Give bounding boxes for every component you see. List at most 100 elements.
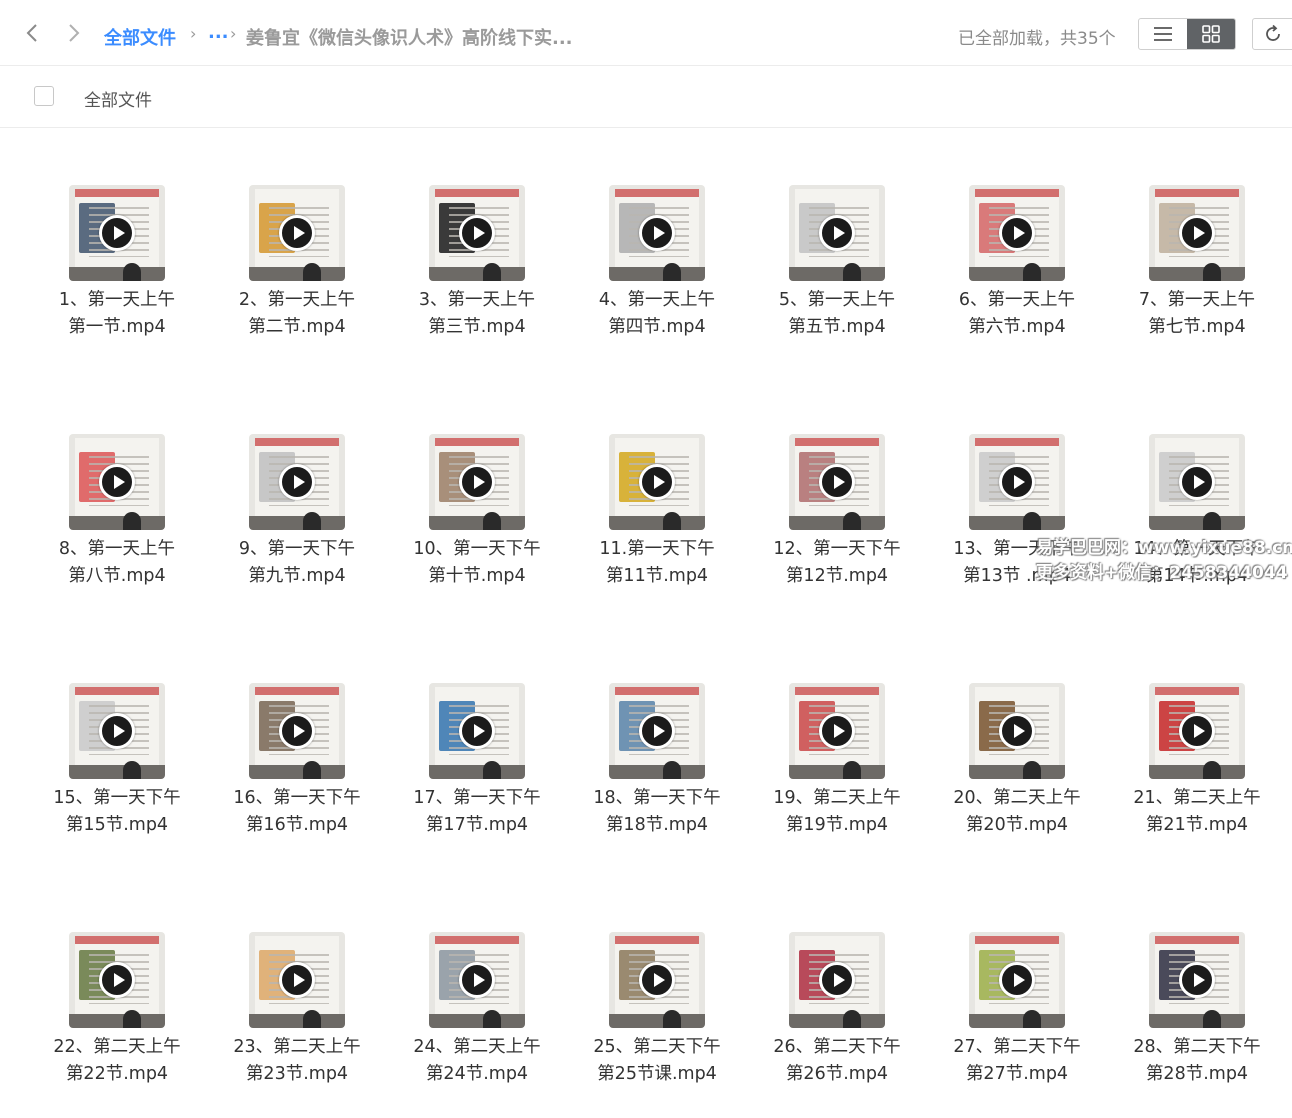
file-tile[interactable]: 23、第二天上午 第23节.mp4 bbox=[207, 875, 387, 1095]
file-name-line: 第九节.mp4 bbox=[248, 566, 346, 586]
file-tile[interactable]: 3、第一天上午 第三节.mp4 bbox=[387, 128, 567, 348]
video-thumbnail bbox=[69, 434, 165, 530]
slide-band bbox=[255, 438, 339, 446]
play-icon bbox=[819, 215, 855, 251]
chevron-left-icon bbox=[26, 24, 37, 42]
view-toggle bbox=[1138, 18, 1236, 50]
stage-base bbox=[429, 1014, 525, 1028]
file-tile[interactable]: 4、第一天上午 第四节.mp4 bbox=[567, 128, 747, 348]
file-name-line: 27、第二天下午 bbox=[953, 1037, 1081, 1057]
file-name-line: 5、第一天上午 bbox=[778, 290, 896, 310]
presenter bbox=[1023, 263, 1041, 281]
file-name-line: 11.第一天下午 bbox=[599, 539, 715, 559]
file-tile[interactable]: 15、第一天下午 第15节.mp4 bbox=[27, 626, 207, 846]
video-thumbnail bbox=[789, 434, 885, 530]
watermark-line: 更多资料+微信：2458344044 bbox=[1036, 563, 1288, 583]
file-tile[interactable]: 28、第二天下午 第28节.mp4 bbox=[1107, 875, 1287, 1095]
file-name-line: 3、第一天上午 bbox=[418, 290, 536, 310]
file-name: 7、第一天上午 第七节.mp4 bbox=[1107, 287, 1287, 341]
file-tile[interactable]: 19、第二天上午 第19节.mp4 bbox=[747, 626, 927, 846]
file-name-line: 第21节.mp4 bbox=[1145, 815, 1249, 835]
file-name-line: 1、第一天上午 bbox=[58, 290, 176, 310]
stage-base bbox=[969, 267, 1065, 281]
file-tile[interactable]: 8、第一天上午 第八节.mp4 bbox=[27, 377, 207, 597]
file-name-line: 21、第二天上午 bbox=[1133, 788, 1261, 808]
file-name-line: 第20节.mp4 bbox=[965, 815, 1069, 835]
stage-base bbox=[969, 516, 1065, 530]
file-tile[interactable]: 27、第二天下午 第27节.mp4 bbox=[927, 875, 1107, 1095]
file-name-line: 第七节.mp4 bbox=[1148, 317, 1246, 337]
watermark-line: 易学巴巴网：www.yixue88.cn bbox=[1036, 538, 1292, 558]
file-name-line: 19、第二天上午 bbox=[773, 788, 901, 808]
file-name: 21、第二天上午 第21节.mp4 bbox=[1107, 785, 1287, 839]
file-name: 4、第一天上午 第四节.mp4 bbox=[567, 287, 747, 341]
file-tile[interactable]: 9、第一天下午 第九节.mp4 bbox=[207, 377, 387, 597]
stage-base bbox=[69, 516, 165, 530]
stage-base bbox=[1149, 765, 1245, 779]
slide-band bbox=[795, 687, 879, 695]
presenter bbox=[303, 512, 321, 530]
stage-base bbox=[429, 765, 525, 779]
file-name-line: 26、第二天下午 bbox=[773, 1037, 901, 1057]
file-name-line: 第17节.mp4 bbox=[425, 815, 529, 835]
file-tile[interactable]: 16、第一天下午 第16节.mp4 bbox=[207, 626, 387, 846]
file-tile[interactable]: 21、第二天上午 第21节.mp4 bbox=[1107, 626, 1287, 846]
breadcrumb-root[interactable]: 全部文件 bbox=[104, 24, 176, 50]
file-tile[interactable]: 20、第二天上午 第20节.mp4 bbox=[927, 626, 1107, 846]
play-icon bbox=[459, 464, 495, 500]
file-tile[interactable]: 26、第二天下午 第26节.mp4 bbox=[747, 875, 927, 1095]
slide-band bbox=[975, 936, 1059, 944]
grid-view-button[interactable] bbox=[1187, 19, 1235, 49]
video-thumbnail bbox=[249, 683, 345, 779]
slide-band bbox=[75, 687, 159, 695]
stage-base bbox=[1149, 1014, 1245, 1028]
stage-base bbox=[609, 267, 705, 281]
file-tile[interactable]: 24、第二天上午 第24节.mp4 bbox=[387, 875, 567, 1095]
refresh-icon bbox=[1266, 24, 1280, 41]
file-tile[interactable]: 1、第一天上午 第一节.mp4 bbox=[27, 128, 207, 348]
file-tile[interactable]: 12、第一天下午 第12节.mp4 bbox=[747, 377, 927, 597]
file-name: 15、第一天下午 第15节.mp4 bbox=[27, 785, 207, 839]
forward-button[interactable] bbox=[64, 22, 84, 48]
file-name-line: 20、第二天上午 bbox=[953, 788, 1081, 808]
breadcrumb-ellipsis[interactable]: ... bbox=[208, 22, 229, 43]
play-icon bbox=[279, 962, 315, 998]
file-name-line: 第16节.mp4 bbox=[245, 815, 349, 835]
file-name: 8、第一天上午 第八节.mp4 bbox=[27, 536, 207, 590]
file-name-line: 6、第一天上午 bbox=[958, 290, 1076, 310]
file-tile[interactable]: 2、第一天上午 第二节.mp4 bbox=[207, 128, 387, 348]
file-name: 11.第一天下午 第11节.mp4 bbox=[567, 536, 747, 590]
presenter bbox=[663, 512, 681, 530]
file-tile[interactable]: 18、第一天下午 第18节.mp4 bbox=[567, 626, 747, 846]
grid-view-icon bbox=[1202, 25, 1220, 43]
back-button[interactable] bbox=[22, 22, 42, 48]
play-icon bbox=[279, 713, 315, 749]
select-all-checkbox[interactable] bbox=[34, 86, 54, 106]
file-name-line: 10、第一天下午 bbox=[413, 539, 541, 559]
file-tile[interactable]: 11.第一天下午 第11节.mp4 bbox=[567, 377, 747, 597]
file-name-line: 4、第一天上午 bbox=[598, 290, 716, 310]
file-name-line: 24、第二天上午 bbox=[413, 1037, 541, 1057]
list-view-button[interactable] bbox=[1139, 19, 1187, 49]
presenter bbox=[123, 263, 141, 281]
play-icon bbox=[459, 713, 495, 749]
file-tile[interactable]: 25、第二天下午 第25节课.mp4 bbox=[567, 875, 747, 1095]
file-tile[interactable]: 10、第一天下午 第十节.mp4 bbox=[387, 377, 567, 597]
file-tile[interactable]: 5、第一天上午 第五节.mp4 bbox=[747, 128, 927, 348]
file-name-line: 22、第二天上午 bbox=[53, 1037, 181, 1057]
file-tile[interactable]: 6、第一天上午 第六节.mp4 bbox=[927, 128, 1107, 348]
slide-band bbox=[975, 189, 1059, 197]
file-tile[interactable]: 7、第一天上午 第七节.mp4 bbox=[1107, 128, 1287, 348]
file-grid: 1、第一天上午 第一节.mp4 2、第一天上午 第二节.mp4 3、第一天上午 第三节.m… bbox=[0, 128, 1292, 1118]
stage-base bbox=[609, 516, 705, 530]
refresh-button[interactable] bbox=[1252, 18, 1292, 50]
file-tile[interactable]: 17、第一天下午 第17节.mp4 bbox=[387, 626, 567, 846]
play-icon bbox=[639, 962, 675, 998]
video-thumbnail bbox=[1149, 683, 1245, 779]
file-tile[interactable]: 22、第二天上午 第22节.mp4 bbox=[27, 875, 207, 1095]
presenter bbox=[123, 512, 141, 530]
video-thumbnail bbox=[969, 932, 1065, 1028]
play-icon bbox=[99, 713, 135, 749]
file-name-line: 25、第二天下午 bbox=[593, 1037, 721, 1057]
stage-base bbox=[69, 267, 165, 281]
